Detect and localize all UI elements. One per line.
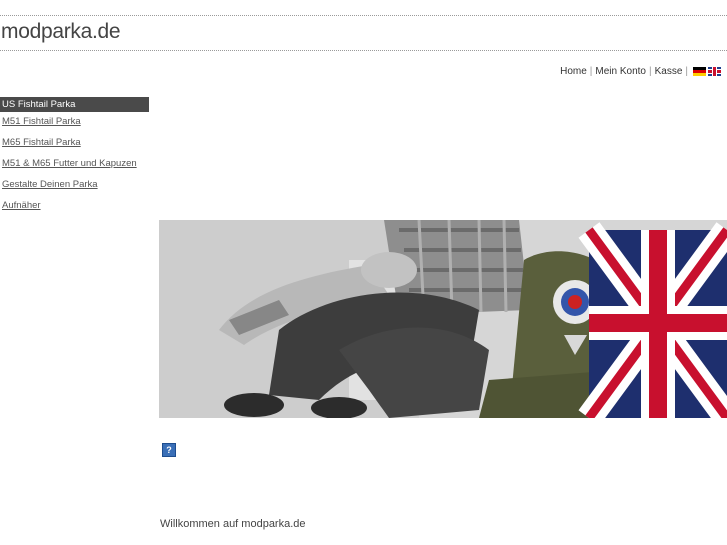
site-logo[interactable]: modparka.de bbox=[1, 20, 121, 44]
nav-checkout-link[interactable]: Kasse bbox=[655, 66, 683, 77]
top-divider bbox=[0, 15, 727, 16]
german-flag-icon[interactable] bbox=[693, 67, 706, 76]
welcome-heading: Willkommen auf modparka.de bbox=[160, 518, 306, 530]
sidebar-item-gestalte-parka[interactable]: Gestalte Deinen Parka bbox=[0, 178, 149, 199]
nav-home-link[interactable]: Home bbox=[560, 66, 587, 77]
nav-separator: | bbox=[648, 66, 652, 77]
nav-separator: | bbox=[685, 66, 688, 77]
help-icon[interactable]: ? bbox=[162, 443, 176, 457]
hero-banner-image bbox=[159, 220, 727, 418]
nav-separator: | bbox=[589, 66, 593, 77]
nav-account-link[interactable]: Mein Konto bbox=[595, 66, 646, 77]
sidebar-item-m65-fishtail-parka[interactable]: M65 Fishtail Parka bbox=[0, 136, 149, 157]
top-navigation: Home | Mein Konto | Kasse | bbox=[560, 66, 721, 77]
sidebar-item-aufnaeher[interactable]: Aufnäher bbox=[0, 199, 149, 220]
sidebar-item-futter-kapuzen[interactable]: M51 & M65 Futter und Kapuzen bbox=[0, 157, 149, 178]
sidebar-item-m51-fishtail-parka[interactable]: M51 Fishtail Parka bbox=[0, 115, 149, 136]
sidebar-item-us-fishtail-parka[interactable]: US Fishtail Parka bbox=[0, 97, 149, 112]
hero-illustration bbox=[159, 220, 727, 418]
category-sidebar: US Fishtail Parka M51 Fishtail Parka M65… bbox=[0, 97, 149, 220]
header-divider bbox=[0, 50, 727, 51]
uk-flag-icon[interactable] bbox=[708, 67, 721, 76]
